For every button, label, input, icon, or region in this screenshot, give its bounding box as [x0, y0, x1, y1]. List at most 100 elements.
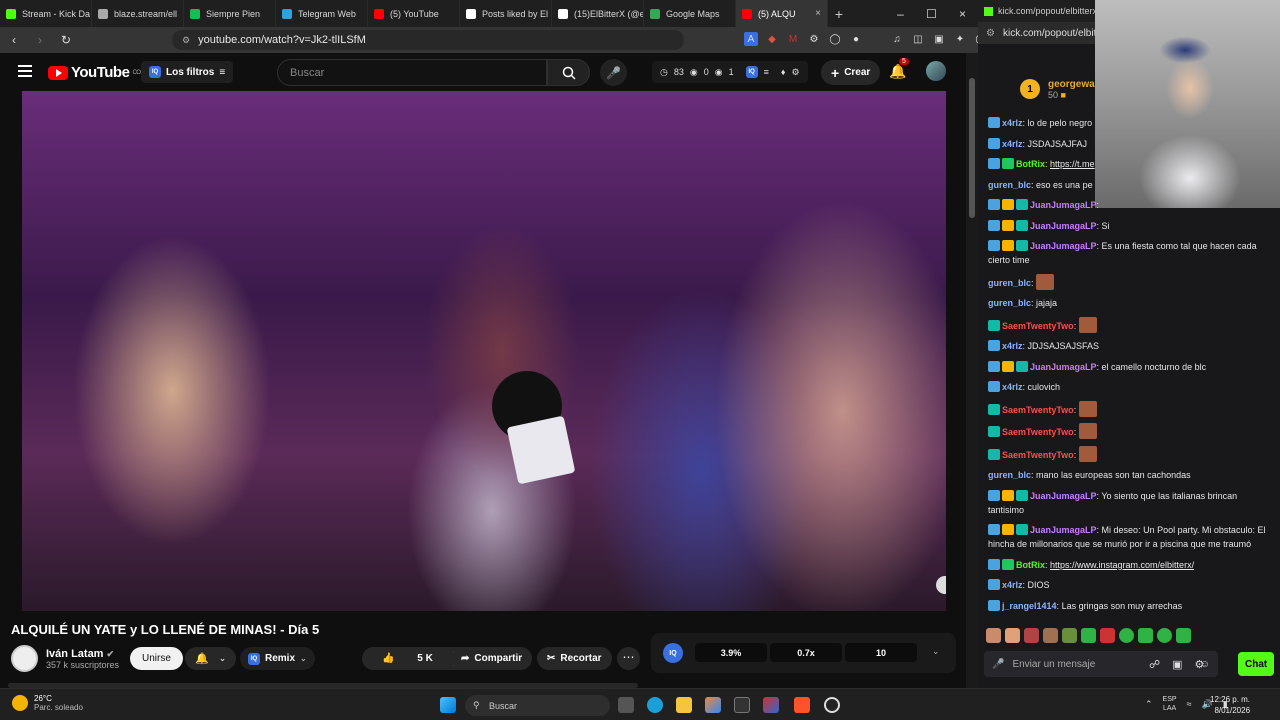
new-tab-button[interactable]: +: [828, 6, 850, 22]
store-icon[interactable]: ▣: [1172, 658, 1182, 671]
emote[interactable]: [1062, 628, 1077, 643]
chat-username[interactable]: BotRix: [1016, 560, 1045, 570]
emote[interactable]: [1119, 628, 1134, 643]
emote[interactable]: [986, 628, 1001, 643]
browser-tab[interactable]: (15)ElBitterX (@e: [552, 0, 644, 27]
filter-chip[interactable]: IQ Los filtros ≡: [141, 61, 234, 83]
close-icon[interactable]: ×: [947, 7, 978, 21]
leo-icon[interactable]: ✦: [953, 32, 967, 46]
create-button[interactable]: + Crear: [821, 60, 881, 85]
emote[interactable]: [1138, 628, 1153, 643]
browser-tab[interactable]: Siempre Pien: [184, 0, 276, 27]
search-button[interactable]: [547, 59, 590, 86]
youtube-logo[interactable]: YouTube CO: [48, 64, 141, 81]
extension-stats[interactable]: ◷ 83 ◉ 0 ◉ 1 IQ ≡ ♦ ⚙: [652, 61, 808, 83]
browser-tab[interactable]: Telegram Web: [276, 0, 368, 27]
video-player[interactable]: [22, 91, 946, 611]
search-input[interactable]: Buscar: [277, 59, 547, 86]
browser-tab[interactable]: Google Maps: [644, 0, 736, 27]
copilot-icon[interactable]: [705, 697, 721, 713]
chat-username[interactable]: JuanJumagaLP: [1030, 525, 1097, 535]
chat-link[interactable]: https://t.me: [1050, 159, 1095, 169]
account-avatar[interactable]: [926, 61, 946, 81]
emote[interactable]: [1005, 628, 1020, 643]
remix-button[interactable]: IQ Remix ⌄: [240, 647, 315, 670]
emote[interactable]: [1081, 628, 1096, 643]
extension-icon[interactable]: ◆: [765, 32, 779, 46]
join-button[interactable]: Unirse: [130, 647, 183, 670]
system-clock[interactable]: 12:26 p. m. 8/01/2026: [1210, 694, 1250, 716]
extension-icon[interactable]: M: [786, 32, 800, 46]
list-icon[interactable]: ≡: [764, 67, 769, 77]
chat-username[interactable]: x4rlz: [1002, 139, 1023, 149]
emote[interactable]: [1176, 628, 1191, 643]
kick-tab-title[interactable]: kick.com/popout/elbitterx/c: [998, 6, 1104, 16]
extension-icon[interactable]: ●: [849, 32, 863, 46]
chat-username[interactable]: x4rlz: [1002, 341, 1023, 351]
minimize-icon[interactable]: –: [885, 7, 916, 21]
forward-icon[interactable]: ›: [32, 33, 48, 47]
voice-search-button[interactable]: 🎤: [600, 59, 627, 86]
wifi-icon[interactable]: ≈: [1187, 699, 1192, 709]
chat-username[interactable]: x4rlz: [1002, 580, 1023, 590]
chat-username[interactable]: JuanJumagaLP: [1030, 241, 1097, 251]
share-button[interactable]: ➦ Compartir: [451, 647, 533, 670]
extension-icon[interactable]: ◯: [828, 32, 842, 46]
browser-tab[interactable]: (5) YouTube: [368, 0, 460, 27]
channel-name[interactable]: Iván Latam ✔: [46, 648, 119, 660]
chat-username[interactable]: SaemTwentyTwo: [1002, 405, 1074, 415]
windows-start-icon[interactable]: [440, 697, 456, 713]
translate-icon[interactable]: A: [744, 32, 758, 46]
settings-icon[interactable]: ⚙: [1195, 658, 1205, 671]
language-indicator[interactable]: ESP LAA: [1163, 695, 1177, 713]
chat-send-button[interactable]: Chat: [1238, 652, 1275, 676]
subscribed-button[interactable]: 🔔 ⌄: [185, 647, 237, 670]
url-field[interactable]: ⚙ youtube.com/watch?v=Jk2-tlILSfM: [172, 30, 684, 50]
site-info-icon[interactable]: ⚙: [182, 35, 190, 46]
chat-username[interactable]: SaemTwentyTwo: [1002, 427, 1074, 437]
app-icon[interactable]: [734, 697, 750, 713]
task-view-icon[interactable]: [618, 697, 634, 713]
bulb-icon[interactable]: ♦: [781, 67, 786, 77]
chat-username[interactable]: SaemTwentyTwo: [1002, 450, 1074, 460]
chat-username[interactable]: BotRix: [1016, 159, 1045, 169]
clip-button[interactable]: ✂ Recortar: [537, 647, 612, 670]
chevron-down-icon[interactable]: ⌄: [932, 646, 940, 657]
puzzle-icon[interactable]: ⚙: [807, 32, 821, 46]
emote[interactable]: [1043, 628, 1058, 643]
page-scrollbar[interactable]: [966, 53, 978, 688]
speed-value-1[interactable]: 3.9%: [695, 643, 767, 662]
close-tab-icon[interactable]: ×: [815, 8, 821, 19]
chat-username[interactable]: guren_blc: [988, 470, 1031, 480]
chat-username[interactable]: guren_blc: [988, 180, 1031, 190]
browser-tab[interactable]: Posts liked by El: [460, 0, 552, 27]
like-button[interactable]: 👍 5 K: [362, 653, 453, 664]
notifications-button[interactable]: 🔔 5: [889, 58, 909, 80]
chat-username[interactable]: JuanJumagaLP: [1030, 221, 1097, 231]
chat-username[interactable]: guren_blc: [988, 298, 1031, 308]
browser-tab[interactable]: Stream - Kick Da: [0, 0, 92, 27]
chat-username[interactable]: SaemTwentyTwo: [1002, 321, 1074, 331]
chat-username[interactable]: x4rlz: [1002, 382, 1023, 392]
extension-icon[interactable]: ☍: [1149, 658, 1160, 671]
chevron-up-icon[interactable]: ⌃: [1145, 699, 1153, 710]
brave-icon[interactable]: [794, 697, 810, 713]
site-info-icon[interactable]: ⚙: [986, 28, 995, 39]
emote[interactable]: [1157, 628, 1172, 643]
settings-icon[interactable]: ⚙: [791, 67, 799, 78]
photos-icon[interactable]: [763, 697, 779, 713]
emote[interactable]: [1100, 628, 1115, 643]
sidebar-icon[interactable]: ◫: [911, 32, 925, 46]
chat-username[interactable]: guren_blc: [988, 278, 1031, 288]
chat-username[interactable]: JuanJumagaLP: [1030, 362, 1097, 372]
maximize-icon[interactable]: ☐: [916, 7, 947, 21]
edge-icon[interactable]: [647, 697, 663, 713]
chat-link[interactable]: https://www.instagram.com/elbitterx/: [1050, 560, 1194, 570]
channel-avatar[interactable]: [11, 645, 38, 672]
chat-username[interactable]: x4rlz: [1002, 118, 1023, 128]
browser-tab[interactable]: blaze.stream/ell: [92, 0, 184, 27]
emote[interactable]: [1024, 628, 1039, 643]
music-icon[interactable]: ♫: [890, 32, 904, 46]
speed-value-3[interactable]: 10: [845, 643, 917, 662]
taskbar-search[interactable]: ⚲ Buscar: [465, 695, 610, 716]
